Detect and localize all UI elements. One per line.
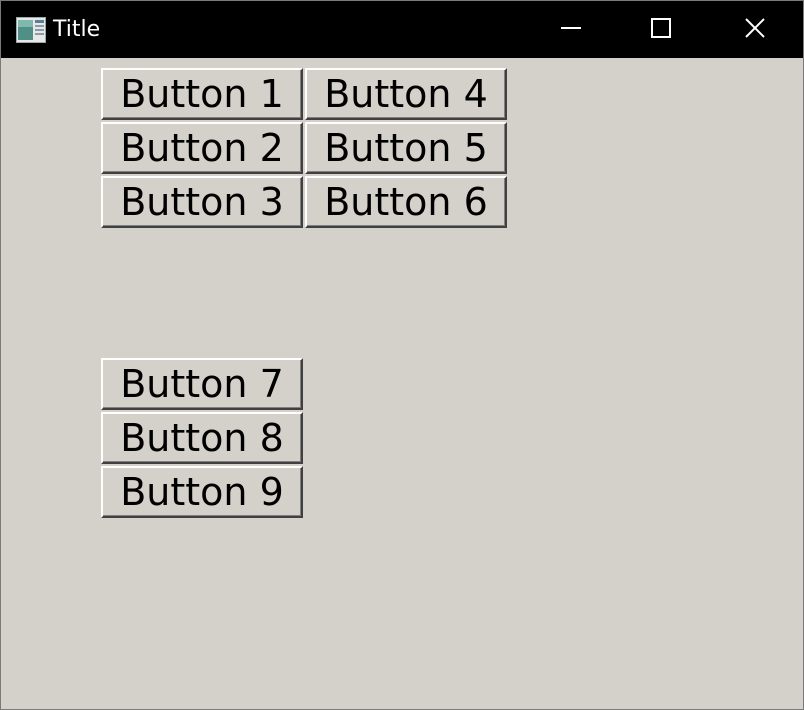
- minimize-icon: [559, 16, 583, 44]
- client-area: Button 1 Button 2 Button 3 Button 4 Butt…: [1, 58, 803, 709]
- button-8[interactable]: Button 8: [101, 412, 303, 464]
- button-7[interactable]: Button 7: [101, 358, 303, 410]
- button-1[interactable]: Button 1: [101, 68, 303, 120]
- app-window-icon: [16, 17, 46, 43]
- button-2[interactable]: Button 2: [101, 122, 303, 174]
- button-4[interactable]: Button 4: [305, 68, 507, 120]
- minimize-button[interactable]: [525, 1, 617, 58]
- close-icon: [743, 16, 767, 44]
- maximize-icon: [649, 16, 673, 44]
- button-9[interactable]: Button 9: [101, 466, 303, 518]
- button-5[interactable]: Button 5: [305, 122, 507, 174]
- maximize-button[interactable]: [615, 1, 707, 58]
- button-3[interactable]: Button 3: [101, 176, 303, 228]
- title-bar[interactable]: Title: [1, 1, 803, 58]
- window-title: Title: [53, 17, 101, 42]
- app-window: Title Button 1 Button 2 Button 3 Button …: [0, 0, 804, 710]
- close-button[interactable]: [709, 1, 801, 58]
- button-6[interactable]: Button 6: [305, 176, 507, 228]
